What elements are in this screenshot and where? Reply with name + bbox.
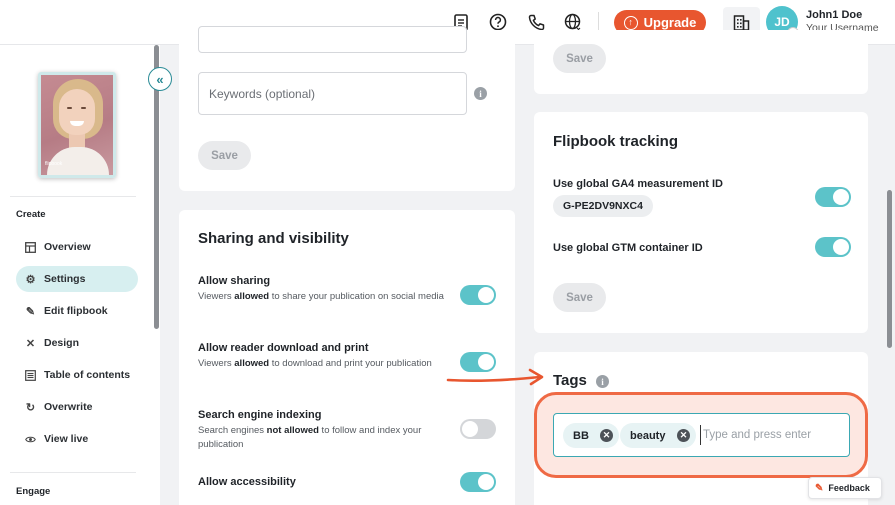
gear-icon: ⚙ [25,273,36,286]
option-title: Allow sharing [198,275,271,287]
previous-field[interactable] [198,26,467,53]
option-title: Allow reader download and print [198,342,369,354]
sidebar-item-overwrite[interactable]: ↻ Overwrite [16,394,138,420]
section-engage: Engage [16,486,51,497]
search-engine-indexing-toggle[interactable] [460,419,496,439]
flipbook-tracking-card: Flipbook tracking Use global GA4 measure… [534,112,868,333]
sidebar-item-design[interactable]: ✕ Design [16,330,138,356]
feedback-label: Feedback [828,483,870,493]
save-button[interactable]: Save [553,44,606,73]
tag-chip: beauty ✕ [620,423,696,448]
tag-label: beauty [630,429,666,442]
section-title: Sharing and visibility [198,230,349,247]
sidebar-item-label: Overwrite [44,401,93,413]
sidebar-item-label: Settings [44,273,86,285]
tag-label: BB [573,429,589,442]
sidebar-item-overview[interactable]: Overview [16,234,138,260]
annotation-arrow [446,368,544,386]
sidebar-item-label: View live [44,433,89,445]
gtm-toggle[interactable] [815,237,851,257]
sidebar-item-edit-flipbook[interactable]: ✎ Edit flipbook [16,298,138,324]
sidebar-item-table-of-contents[interactable]: Table of contents [16,362,138,388]
arrow-up-icon: ↑ [623,15,638,30]
eye-icon [25,434,36,445]
sidebar-item-view-live[interactable]: View live [16,426,138,452]
avatar-initials: JD [774,15,790,29]
sidebar-item-label: Edit flipbook [44,305,108,317]
gtm-label: Use global GTM container ID [553,242,703,254]
save-button[interactable]: Save [198,141,251,170]
option-description: Viewers allowed to download and print yo… [198,358,432,369]
design-tools-icon: ✕ [25,337,36,350]
sidebar-item-label: Overview [44,241,91,253]
layout-icon [25,241,36,253]
feedback-button[interactable]: ✎ Feedback [808,477,882,499]
sidebar-item-settings[interactable]: ⚙ Settings [16,266,138,292]
option-title: Search engine indexing [198,409,322,421]
details-card: Keywords (optional) i Save [179,26,515,191]
option-title: Allow accessibility [198,476,296,488]
topbar-divider [598,12,599,32]
section-title: Flipbook tracking [553,133,679,150]
keywords-placeholder: Keywords (optional) [209,86,316,101]
sidebar-divider [10,196,136,197]
phone-icon[interactable] [526,12,546,32]
info-icon[interactable]: i [596,375,609,388]
building-icon [733,14,750,31]
refresh-icon: ↻ [25,401,36,414]
cover-caption: flipbook [45,161,63,167]
pencil-icon: ✎ [25,305,36,318]
section-create: Create [16,209,46,220]
help-icon[interactable] [488,12,508,32]
flipbook-cover-thumbnail[interactable]: flipbook [38,72,116,178]
close-icon[interactable]: ✕ [600,429,613,442]
sidebar-item-label: Table of contents [44,369,131,381]
sidebar-divider [10,472,136,473]
info-icon[interactable]: i [474,87,487,100]
feedback-icon: ✎ [815,482,824,494]
ga4-toggle[interactable] [815,187,851,207]
list-icon [25,369,36,381]
user-name: John1 Doe [806,9,863,21]
collapse-sidebar-button[interactable]: « [148,67,172,91]
allow-accessibility-toggle[interactable] [460,472,496,492]
close-icon[interactable]: ✕ [677,429,690,442]
save-button[interactable]: Save [553,283,606,312]
sidebar-item-label: Design [44,337,80,349]
tags-input-box[interactable]: BB ✕ beauty ✕ [553,413,850,457]
option-description: Viewers allowed to share your publicatio… [198,291,444,302]
tags-title: Tags [553,372,587,389]
keywords-input[interactable]: Keywords (optional) [198,72,467,115]
option-description: Search engines not allowed to follow and… [198,425,422,450]
allow-sharing-toggle[interactable] [460,285,496,305]
sharing-visibility-card: Sharing and visibility Allow sharing Vie… [179,210,515,505]
upgrade-label: Upgrade [643,15,697,30]
globe-icon[interactable] [563,12,583,32]
tag-entry-input[interactable] [700,425,840,445]
tag-chip: BB ✕ [563,423,619,448]
settings-card: Save [534,30,868,94]
ga4-id-badge: G-PE2DV9NXC4 [553,195,653,217]
ga4-label: Use global GA4 measurement ID [553,178,723,190]
sidebar: flipbook Create Overview ⚙ Settings ✎ Ed… [0,45,160,505]
main-scrollbar[interactable] [887,190,892,348]
